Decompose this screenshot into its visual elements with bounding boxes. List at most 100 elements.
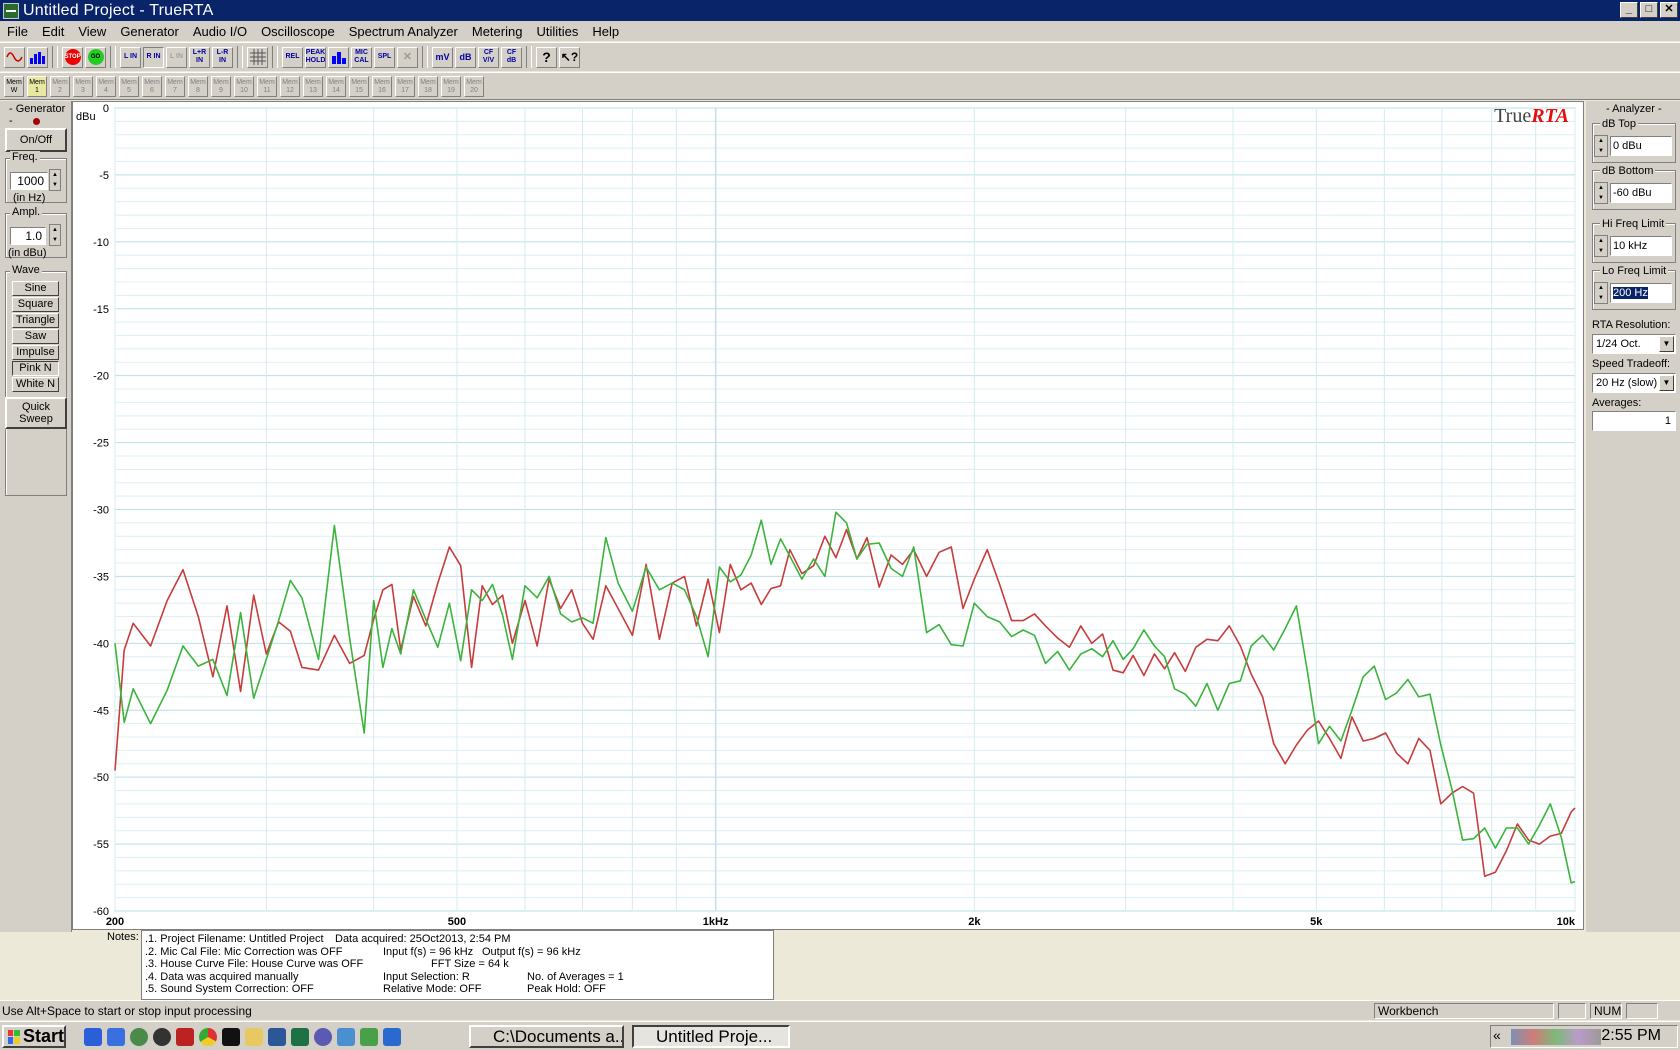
media-player-icon[interactable] (130, 1028, 148, 1046)
command-prompt-icon[interactable] (222, 1028, 240, 1046)
mem-button-1[interactable]: Mem 1 (27, 75, 47, 97)
excel-icon[interactable] (291, 1028, 309, 1046)
mem-button-6[interactable]: Mem 6 (142, 75, 162, 97)
speed-tradeoff-select[interactable]: 20 Hz (slow) ▼ (1592, 373, 1676, 393)
tray-icons[interactable] (1511, 1029, 1601, 1045)
oscilloscope-icon[interactable] (4, 46, 25, 68)
mem-button-12[interactable]: Mem 12 (280, 75, 300, 97)
go-button[interactable]: GO (85, 46, 106, 68)
menu-help[interactable]: Help (585, 24, 626, 39)
wave-square-button[interactable]: Square (12, 297, 59, 312)
bar-display-icon[interactable] (328, 46, 349, 68)
wave-impulse-button[interactable]: Impulse (12, 345, 59, 360)
wave-sine-button[interactable]: Sine (12, 281, 59, 296)
mem-button-20[interactable]: Mem 20 (464, 75, 484, 97)
dvd-icon[interactable] (153, 1028, 171, 1046)
mem-button-13[interactable]: Mem 13 (303, 75, 323, 97)
l-minus-r-input-button[interactable]: L-R IN (212, 46, 233, 68)
menu-audio-io[interactable]: Audio I/O (186, 24, 254, 39)
close-button[interactable]: ✕ (1660, 2, 1678, 18)
menu-file[interactable]: File (0, 24, 35, 39)
mem-button-5[interactable]: Mem 5 (119, 75, 139, 97)
hi-freq-input[interactable]: 10 kHz (1610, 236, 1672, 256)
menu-utilities[interactable]: Utilities (529, 24, 585, 39)
minimize-button[interactable]: _ (1620, 2, 1638, 18)
wave-triangle-button[interactable]: Triangle (12, 313, 59, 328)
green-app-icon[interactable] (360, 1028, 378, 1046)
grid-icon[interactable] (247, 46, 268, 68)
mem-button-w[interactable]: Mem W (4, 75, 24, 97)
cf-vv-button[interactable]: CF V/V (478, 46, 499, 68)
task-truerta[interactable]: Untitled Proje... (632, 1025, 790, 1048)
mem-button-11[interactable]: Mem 11 (257, 75, 277, 97)
task-documents[interactable]: C:\Documents a... (469, 1025, 624, 1048)
db-bottom-spinner[interactable]: ▲ ▼ (1594, 182, 1608, 204)
freq-input[interactable]: 1000 (10, 172, 48, 190)
notepad-icon[interactable] (337, 1028, 355, 1046)
speed-tradeoff-dropdown-icon[interactable]: ▼ (1659, 375, 1674, 391)
context-help-icon[interactable]: ↖? (559, 46, 580, 68)
mem-button-19[interactable]: Mem 19 (441, 75, 461, 97)
relative-button[interactable]: REL (282, 46, 303, 68)
mic-cal-button[interactable]: MIC CAL (351, 46, 372, 68)
lo-freq-spinner[interactable]: ▲ ▼ (1594, 282, 1608, 304)
mv-button[interactable]: mV (432, 46, 453, 68)
menu-edit[interactable]: Edit (35, 24, 71, 39)
maximize-button[interactable]: □ (1640, 2, 1658, 18)
quick-sweep-button[interactable]: Quick Sweep (5, 397, 67, 429)
db-button[interactable]: dB (455, 46, 476, 68)
mem-button-17[interactable]: Mem 17 (395, 75, 415, 97)
left-input-disabled-button[interactable]: L IN (166, 46, 187, 68)
app-red-icon[interactable] (176, 1028, 194, 1046)
mem-button-3[interactable]: Mem 3 (73, 75, 93, 97)
blue-app-icon[interactable] (383, 1028, 401, 1046)
mem-button-4[interactable]: Mem 4 (96, 75, 116, 97)
mem-button-7[interactable]: Mem 7 (165, 75, 185, 97)
menu-spectrum-analyzer[interactable]: Spectrum Analyzer (342, 24, 465, 39)
folder-icon[interactable] (245, 1028, 263, 1046)
ampl-input[interactable]: 1.0 (10, 227, 46, 245)
mem-button-15[interactable]: Mem 15 (349, 75, 369, 97)
cross-icon[interactable]: ✕ (397, 46, 418, 68)
spl-button[interactable]: SPL (374, 46, 395, 68)
rta-resolution-select[interactable]: 1/24 Oct. ▼ (1592, 334, 1676, 354)
mem-button-8[interactable]: Mem 8 (188, 75, 208, 97)
hi-freq-spinner[interactable]: ▲ ▼ (1594, 235, 1608, 257)
help-center-icon[interactable] (314, 1028, 332, 1046)
help-icon[interactable]: ? (536, 46, 557, 68)
left-input-button[interactable]: L IN (120, 46, 141, 68)
ie-icon[interactable] (84, 1028, 102, 1046)
lo-freq-input[interactable]: 200 Hz (1610, 283, 1672, 303)
peak-hold-button[interactable]: PEAK HOLD (305, 46, 326, 68)
notes-box[interactable]: .1. Project Filename: Untitled Project Da… (141, 930, 774, 1000)
db-top-input[interactable]: 0 dBu (1610, 136, 1672, 156)
stop-button[interactable]: STOP (62, 46, 83, 68)
wave-white-noise-button[interactable]: White N (12, 377, 59, 392)
menu-oscilloscope[interactable]: Oscilloscope (254, 24, 342, 39)
mem-button-2[interactable]: Mem 2 (50, 75, 70, 97)
db-bottom-input[interactable]: -60 dBu (1610, 183, 1672, 203)
mem-button-18[interactable]: Mem 18 (418, 75, 438, 97)
chrome-icon[interactable] (199, 1028, 217, 1046)
wave-saw-button[interactable]: Saw (12, 329, 59, 344)
mem-button-16[interactable]: Mem 16 (372, 75, 392, 97)
outlook-icon[interactable] (107, 1028, 125, 1046)
generator-onoff-button[interactable]: On/Off (5, 128, 67, 152)
averages-input[interactable]: 1 (1592, 411, 1676, 431)
menu-view[interactable]: View (71, 24, 113, 39)
app-icon[interactable] (3, 2, 19, 19)
wave-pink-noise-button[interactable]: Pink N (12, 361, 59, 376)
freq-spinner[interactable]: ▲ ▼ (49, 169, 61, 191)
word-icon[interactable] (268, 1028, 286, 1046)
ampl-spinner[interactable]: ▲ ▼ (49, 224, 61, 246)
menu-metering[interactable]: Metering (465, 24, 530, 39)
cf-db-button[interactable]: CF dB (501, 46, 522, 68)
right-input-button[interactable]: R IN (143, 46, 164, 68)
mem-button-9[interactable]: Mem 9 (211, 75, 231, 97)
tray-expand-icon[interactable]: « (1493, 1027, 1501, 1043)
start-button[interactable]: Start (2, 1025, 66, 1048)
rta-resolution-dropdown-icon[interactable]: ▼ (1659, 336, 1674, 352)
mem-button-14[interactable]: Mem 14 (326, 75, 346, 97)
l-plus-r-input-button[interactable]: L+R IN (189, 46, 210, 68)
mem-button-10[interactable]: Mem 10 (234, 75, 254, 97)
